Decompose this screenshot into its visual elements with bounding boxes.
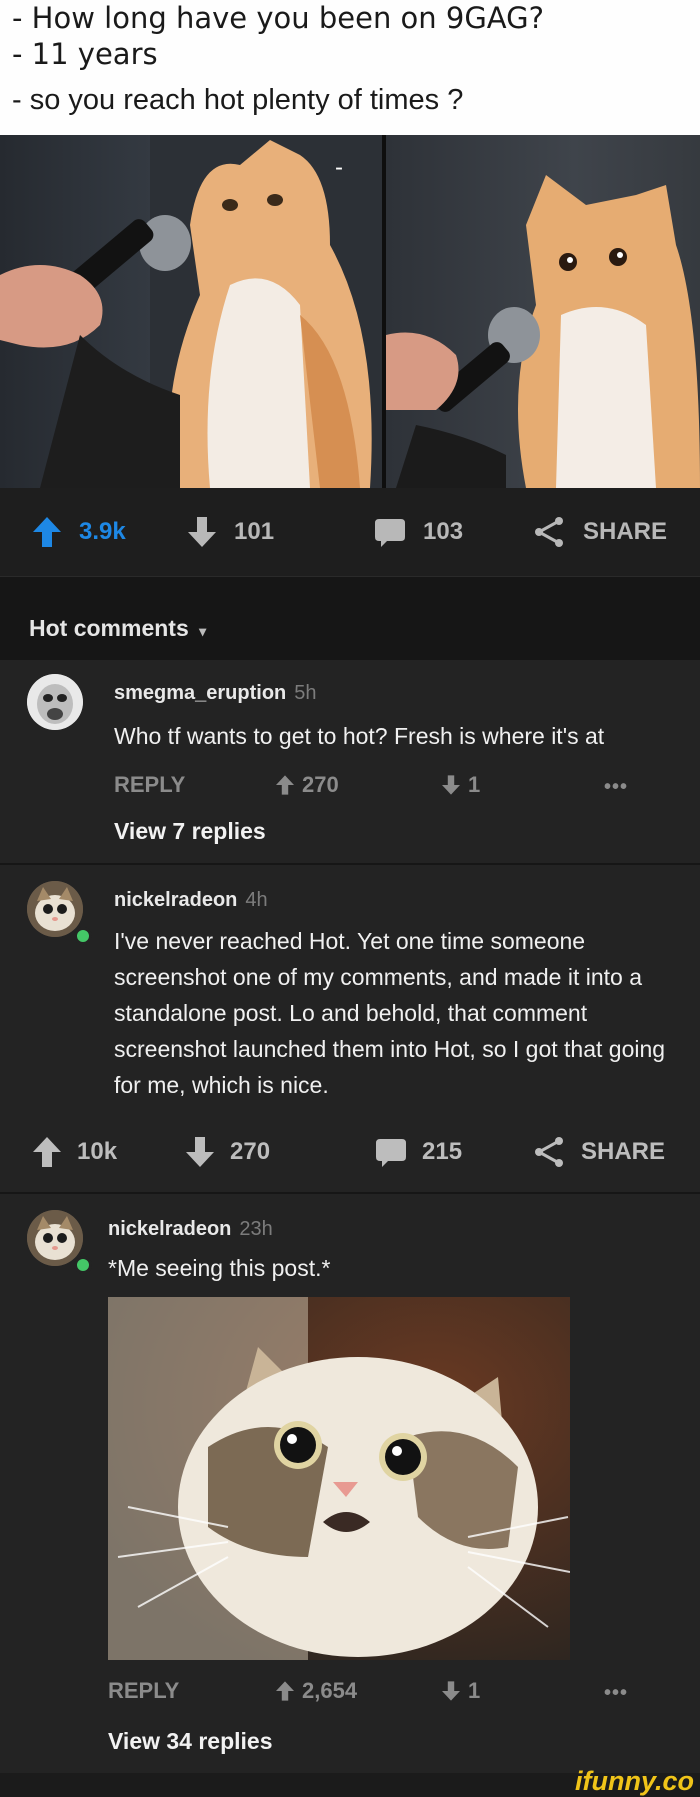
downvote-button[interactable]: 101 [188, 488, 274, 576]
upvote-button[interactable]: 3.9k [33, 488, 126, 576]
comment-downvote-count: 1 [468, 772, 481, 797]
share-label: SHARE [581, 1138, 666, 1165]
comment-upvote-count: 270 [302, 772, 339, 797]
arrow-down-icon [442, 775, 460, 795]
view-replies-button[interactable]: View 7 replies [114, 818, 266, 845]
post-action-bar: 3.9k 101 103 SHARE [0, 488, 700, 577]
comment-card: nickelradeon 4h I've never reached Hot. Y… [0, 865, 700, 1110]
share-button[interactable]: SHARE [533, 488, 667, 576]
reply-button[interactable]: REPLY [108, 1678, 179, 1704]
online-status-dot [74, 927, 92, 945]
downvote-count: 101 [234, 518, 275, 545]
comments-button[interactable]: 103 [375, 488, 463, 576]
upvote-button[interactable]: 10k [33, 1110, 117, 1194]
username[interactable]: smegma_eruption [114, 682, 286, 704]
comment-sort-dropdown[interactable]: Hot comments ▾ [29, 615, 206, 642]
meme-caption: - How long have you been on 9GAG? - 11 y… [0, 0, 700, 135]
comment-text: Who tf wants to get to hot? Fresh is whe… [114, 723, 605, 749]
comment-action-bar: 10k 270 215 SHARE [0, 1110, 700, 1194]
caret-down-icon: ▾ [199, 623, 207, 639]
comment-count: 215 [422, 1138, 463, 1165]
avatar[interactable] [27, 881, 83, 937]
comment-upvote-count: 2,654 [302, 1678, 358, 1703]
panel-dash: - [335, 154, 343, 181]
avatar[interactable] [27, 674, 83, 730]
more-options-icon[interactable]: ••• [604, 1682, 628, 1705]
comment-icon [375, 519, 405, 547]
avatar[interactable] [27, 1210, 83, 1266]
upvote-count: 10k [77, 1138, 118, 1165]
comment-text: *Me seeing this post.* [108, 1255, 331, 1281]
arrow-up-icon [33, 517, 61, 547]
comment-downvote-button[interactable]: 1 [442, 772, 480, 798]
comment-username[interactable]: nickelradeon 4h [114, 889, 268, 912]
comment-text: I've never reached Hot. Yet one time som… [114, 928, 666, 1098]
view-replies-button[interactable]: View 34 replies [108, 1728, 273, 1755]
watermark-logo: ifunny.co [575, 1766, 694, 1796]
arrow-up-icon [276, 1681, 294, 1701]
meme-panel-right [386, 135, 700, 488]
comment-card: smegma_eruption 5h Who tf wants to get to… [0, 660, 700, 863]
more-options-icon[interactable]: ••• [604, 776, 628, 799]
meme-line-2: - 11 years [12, 37, 158, 71]
comment-icon [376, 1139, 406, 1167]
share-button[interactable]: SHARE [533, 1110, 665, 1194]
meme-panel-left: - [0, 135, 382, 488]
share-icon [535, 1137, 563, 1167]
comment-username[interactable]: smegma_eruption 5h [114, 682, 317, 705]
online-status-dot [74, 1256, 92, 1274]
downvote-button[interactable]: 270 [186, 1110, 270, 1194]
comment-upvote-button[interactable]: 2,654 [276, 1678, 357, 1704]
comment-username[interactable]: nickelradeon 23h [108, 1218, 273, 1241]
comment-count: 103 [423, 518, 464, 545]
arrow-down-icon [186, 1137, 214, 1167]
downvote-count: 270 [230, 1138, 271, 1165]
comment-timestamp: 4h [245, 889, 268, 911]
share-label: SHARE [583, 518, 668, 545]
username[interactable]: nickelradeon [108, 1218, 231, 1240]
reply-button[interactable]: REPLY [114, 772, 185, 798]
upvote-count: 3.9k [79, 518, 126, 545]
comment-downvote-button[interactable]: 1 [442, 1678, 480, 1704]
meme-line-1: - How long have you been on 9GAG? [12, 1, 544, 35]
comment-timestamp: 23h [239, 1218, 273, 1240]
comments-button[interactable]: 215 [376, 1110, 462, 1194]
arrow-down-icon [188, 517, 216, 547]
comment-downvote-count: 1 [468, 1678, 481, 1703]
arrow-up-icon [276, 775, 294, 795]
comment-image[interactable] [108, 1297, 570, 1660]
comment-sort-label: Hot comments [29, 615, 189, 641]
comment-upvote-button[interactable]: 270 [276, 772, 339, 798]
meme-line-3: - so you reach hot plenty of times ? [12, 84, 464, 116]
post-image[interactable]: - [0, 135, 700, 488]
arrow-down-icon [442, 1681, 460, 1701]
share-icon [535, 517, 563, 547]
comment-timestamp: 5h [294, 682, 317, 704]
username[interactable]: nickelradeon [114, 889, 237, 911]
arrow-up-icon [33, 1137, 61, 1167]
